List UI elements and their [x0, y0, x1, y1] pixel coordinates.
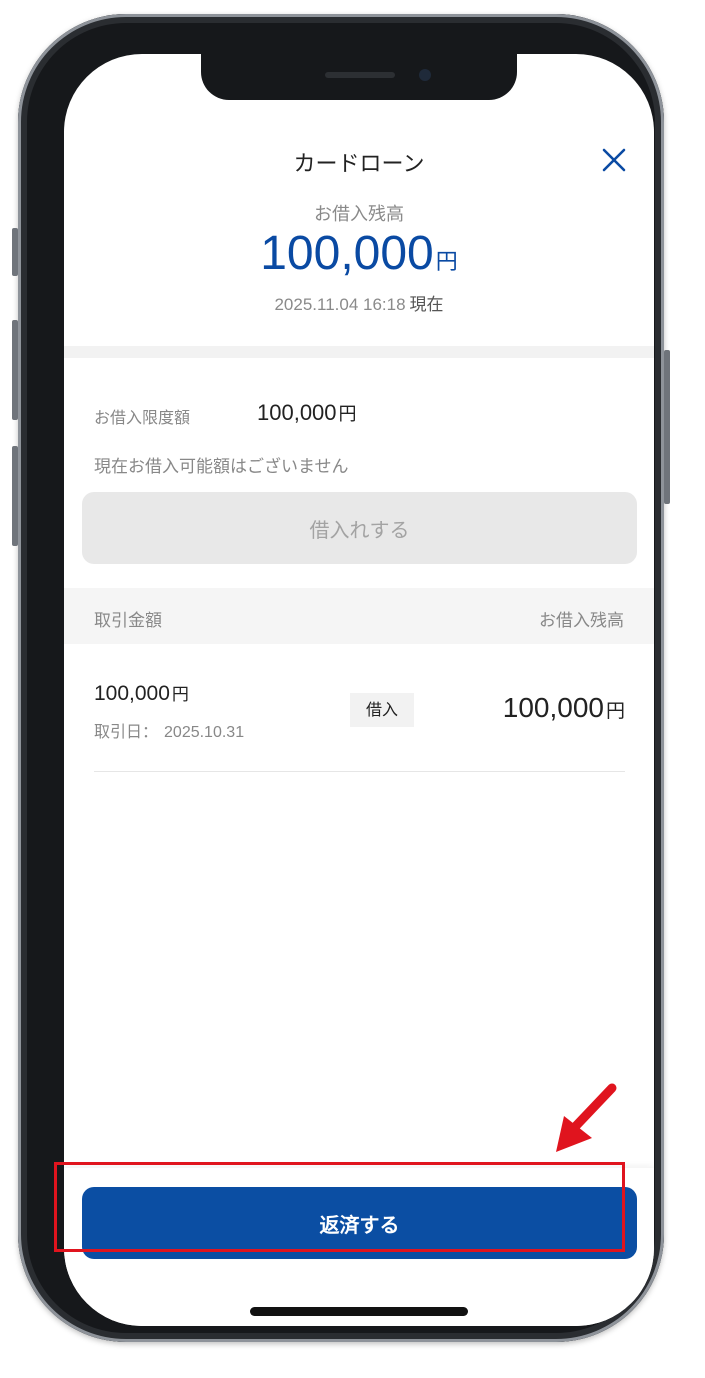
page-title: カードローン [293, 152, 425, 177]
transaction-date-label: 取引日： [94, 722, 159, 741]
silent-switch [12, 228, 18, 276]
power-button [664, 350, 670, 504]
table-row[interactable]: 100,000 円 取引日： 2025.10.31 借入 100,000 円 [94, 644, 625, 772]
as-of-timestamp: 2025.11.04 16:18 現在 [64, 290, 654, 315]
transaction-balance-value: 100,000 [502, 692, 604, 723]
balance-amount: 100,000 [260, 227, 434, 280]
transaction-type-badge: 借入 [350, 693, 414, 727]
limit-value: 100,000 円 [257, 400, 357, 426]
volume-up-button [12, 320, 18, 420]
transaction-amount: 100,000 円 [94, 680, 189, 706]
as-of-datetime: 2025.11.04 16:18 [274, 295, 406, 314]
transaction-amount-unit: 円 [171, 685, 189, 705]
home-indicator[interactable] [250, 1307, 468, 1316]
balance-label: お借入残高 [314, 204, 404, 225]
column-header-balance: お借入残高 [539, 611, 624, 631]
balance-unit: 円 [435, 250, 458, 275]
transaction-balance: 100,000 円 [503, 692, 625, 724]
limit-amount: 100,000 [257, 400, 337, 425]
transaction-date: 取引日： 2025.10.31 [94, 718, 244, 742]
as-of-suffix: 現在 [409, 295, 444, 315]
column-header-amount: 取引金額 [94, 611, 162, 631]
speaker-grille [325, 72, 395, 78]
transaction-date-value: 2025.10.31 [164, 724, 245, 741]
limit-unit: 円 [338, 404, 357, 425]
section-divider [64, 346, 654, 358]
highlight-box [54, 1162, 625, 1252]
red-arrow-icon [556, 1083, 617, 1152]
transaction-table-header: 取引金額 お借入残高 [64, 588, 654, 644]
no-available-note: 現在お借入可能額はございません [94, 457, 349, 477]
close-button[interactable] [598, 144, 630, 176]
borrow-button[interactable]: 借入れする [82, 492, 637, 564]
balance-value: 100,000円 [64, 226, 654, 281]
notch [201, 54, 517, 100]
volume-down-button [12, 446, 18, 546]
close-icon [602, 148, 626, 172]
transaction-balance-unit: 円 [605, 700, 625, 722]
transaction-amount-value: 100,000 [94, 682, 170, 705]
limit-label: お借入限度額 [94, 408, 191, 427]
camera-icon [419, 69, 431, 81]
